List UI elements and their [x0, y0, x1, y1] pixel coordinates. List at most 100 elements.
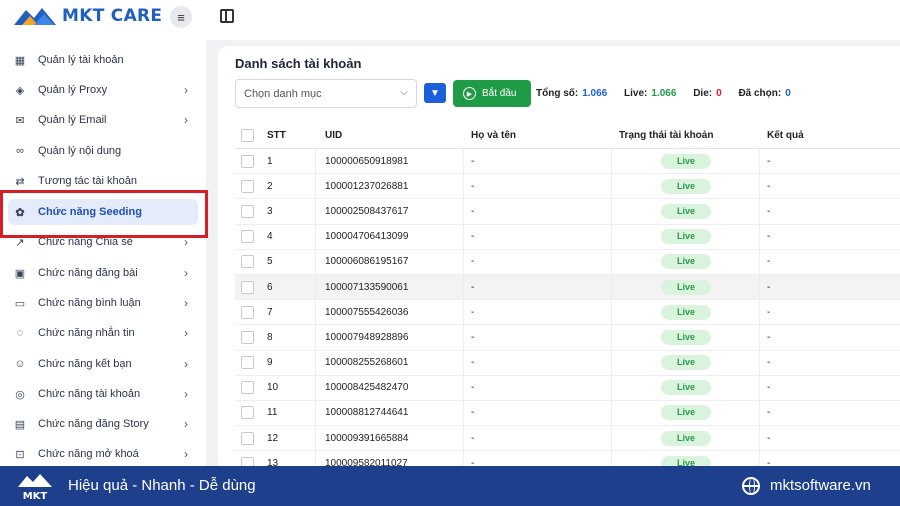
row-checkbox-cell — [241, 325, 255, 349]
filter-icon: ▼ — [430, 87, 440, 99]
chevron-right-icon: › — [184, 266, 188, 280]
column-divider — [759, 300, 760, 325]
stat-live-label: Live: — [624, 88, 648, 99]
sidebar-item-12[interactable]: ◎ Chức năng tài khoản › — [8, 381, 198, 407]
app-logo[interactable]: MKT CARE — [12, 6, 162, 26]
column-divider — [463, 350, 464, 375]
sidebar-item-9[interactable]: ▭ Chức năng bình luận › — [8, 290, 198, 316]
column-divider — [315, 426, 316, 451]
start-button-label: Bắt đầu — [482, 88, 517, 99]
column-divider — [611, 199, 612, 224]
row-checkbox[interactable] — [241, 204, 254, 218]
sidebar-item-11[interactable]: ☺ Chức năng kết bạn › — [8, 351, 198, 377]
cell-stt: 10 — [267, 382, 279, 394]
column-divider — [315, 274, 316, 300]
row-checkbox[interactable] — [241, 431, 254, 445]
select-all-checkbox[interactable] — [241, 128, 254, 142]
table-row[interactable]: 12 100009391665884 - Live - — [235, 426, 900, 452]
sidebar-item-13[interactable]: ▤ Chức năng đăng Story › — [8, 411, 198, 437]
table-row[interactable]: 9 100008255268601 - Live - — [235, 350, 900, 376]
link-icon: ∞ — [16, 145, 24, 157]
cell-status: Live — [619, 199, 779, 223]
row-checkbox[interactable] — [241, 356, 254, 370]
cell-name: - — [471, 205, 475, 217]
category-select-placeholder: Chọn danh mục — [244, 87, 322, 100]
footer-website[interactable]: mktsoftware.vn — [770, 477, 871, 494]
sidebar-item-1[interactable]: ▦ Quản lý tài khoản — [8, 47, 198, 73]
column-divider — [611, 274, 612, 300]
sidebar-item-2[interactable]: ◈ Quản lý Proxy › — [8, 77, 198, 103]
post-icon: ▣ — [14, 267, 26, 280]
sidebar-item-label: Chức năng nhắn tin — [38, 327, 135, 339]
table-row[interactable]: 6 100007133590061 - Live - — [235, 274, 900, 301]
cell-stt: 2 — [267, 180, 273, 192]
start-button[interactable]: ▶ Bắt đầu — [453, 80, 531, 107]
header-stt[interactable]: STT — [267, 122, 286, 148]
sidebar-item-4[interactable]: ∞ Quản lý nội dung — [8, 138, 198, 164]
table-row[interactable]: 1 100000650918981 - Live - — [235, 149, 900, 175]
column-divider — [611, 426, 612, 451]
row-checkbox[interactable] — [241, 154, 254, 168]
row-checkbox[interactable] — [241, 255, 254, 269]
filter-button[interactable]: ▼ — [424, 83, 446, 103]
play-icon: ▶ — [463, 87, 476, 100]
column-divider — [759, 224, 760, 249]
table-row[interactable]: 2 100001237026881 - Live - — [235, 174, 900, 200]
row-checkbox[interactable] — [241, 230, 254, 244]
table-row[interactable]: 7 100007555426036 - Live - — [235, 300, 900, 326]
column-divider — [611, 325, 612, 350]
column-divider — [611, 350, 612, 375]
cell-name: - — [471, 155, 475, 167]
sidebar-item-8[interactable]: ▣ Chức năng đăng bài › — [8, 260, 198, 286]
row-checkbox[interactable] — [241, 381, 254, 395]
layout-icon[interactable] — [220, 9, 234, 23]
cell-result: - — [767, 180, 771, 192]
cell-status: Live — [619, 325, 779, 349]
table-row[interactable]: 8 100007948928896 - Live - — [235, 325, 900, 351]
table-row[interactable]: 11 100008812744641 - Live - — [235, 400, 900, 427]
cell-result: - — [767, 432, 771, 444]
column-divider — [463, 249, 464, 274]
hamburger-icon[interactable]: ≡ — [170, 6, 192, 28]
sidebar-item-14[interactable]: ⊡ Chức năng mở khoá › — [8, 441, 198, 467]
brand-name: MKT CARE — [62, 6, 163, 26]
cell-result: - — [767, 357, 771, 369]
cell-uid: 100000650918981 — [325, 155, 409, 167]
column-divider — [315, 325, 316, 350]
row-checkbox-cell — [241, 225, 255, 249]
header-name[interactable]: Họ và tên — [471, 122, 516, 148]
sidebar-item-3[interactable]: ✉ Quản lý Email › — [8, 107, 198, 133]
add-friend-icon: ☺ — [14, 358, 26, 370]
stat-die-value: 0 — [716, 88, 722, 99]
sidebar-item-10[interactable]: ◌ Chức năng nhắn tin › — [8, 320, 198, 346]
category-select[interactable]: Chọn danh mục ⌵ — [235, 79, 417, 108]
row-checkbox[interactable] — [241, 330, 254, 344]
row-checkbox[interactable] — [241, 179, 254, 193]
cell-result: - — [767, 407, 771, 419]
column-divider — [759, 350, 760, 375]
row-checkbox[interactable] — [241, 280, 254, 294]
cell-uid: 100007133590061 — [325, 281, 409, 293]
cell-stt: 1 — [267, 155, 273, 167]
cell-result: - — [767, 256, 771, 268]
column-divider — [463, 300, 464, 325]
footer-slogan: Hiệu quả - Nhanh - Dễ dùng — [68, 477, 256, 494]
column-divider — [463, 274, 464, 300]
cell-stt: 8 — [267, 331, 273, 343]
interact-icon: ⇄ — [15, 175, 25, 188]
table-row[interactable]: 3 100002508437617 - Live - — [235, 199, 900, 225]
header-status[interactable]: Trạng thái tài khoản — [619, 122, 779, 148]
row-checkbox[interactable] — [241, 305, 254, 319]
table-row[interactable]: 4 100004706413099 - Live - — [235, 224, 900, 250]
cell-uid: 100009391665884 — [325, 432, 409, 444]
header-uid[interactable]: UID — [325, 122, 342, 148]
row-checkbox-cell — [241, 174, 255, 198]
cell-result: - — [767, 231, 771, 243]
stat-selected-label: Đã chọn: — [738, 88, 782, 99]
row-checkbox[interactable] — [241, 406, 254, 420]
header-result[interactable]: Kết quả — [767, 122, 804, 148]
table-row[interactable]: 5 100006086195167 - Live - — [235, 249, 900, 275]
column-divider — [611, 224, 612, 249]
table-row[interactable]: 10 100008425482470 - Live - — [235, 375, 900, 401]
column-divider — [315, 350, 316, 375]
